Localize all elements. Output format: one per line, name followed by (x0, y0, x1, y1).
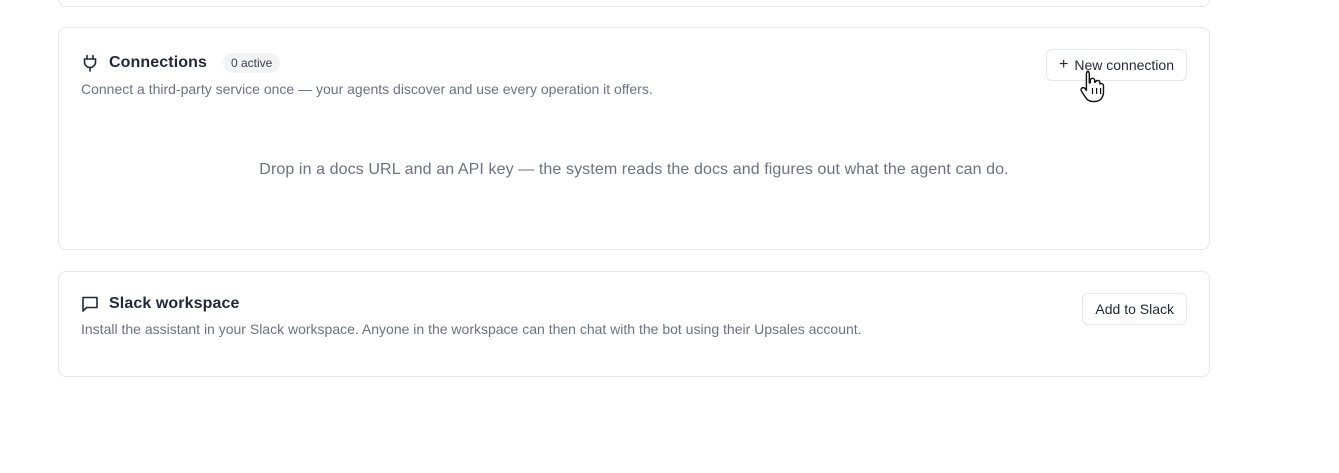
active-count-badge: 0 active (223, 53, 281, 73)
slack-workspace-card: Slack workspace Install the assistant in… (58, 271, 1210, 377)
pointer-hand-cursor-icon (1078, 69, 1106, 105)
previous-card (58, 0, 1210, 7)
plug-icon (81, 54, 99, 72)
message-square-icon (81, 295, 99, 313)
add-to-slack-label: Add to Slack (1095, 301, 1174, 317)
slack-title: Slack workspace (109, 295, 240, 312)
add-to-slack-button[interactable]: Add to Slack (1082, 293, 1187, 325)
connections-description: Connect a third-party service once — you… (81, 81, 653, 97)
slack-header: Slack workspace (81, 295, 239, 313)
connections-title: Connections (109, 54, 207, 71)
slack-description: Install the assistant in your Slack work… (81, 321, 862, 337)
connections-empty-state: Drop in a docs URL and an API key — the … (259, 161, 1009, 178)
connections-card: Connections 0 active Connect a third-par… (58, 27, 1210, 250)
connections-header: Connections 0 active (81, 53, 281, 73)
new-connection-button[interactable]: + New connection (1046, 49, 1187, 81)
plus-icon: + (1059, 56, 1069, 73)
